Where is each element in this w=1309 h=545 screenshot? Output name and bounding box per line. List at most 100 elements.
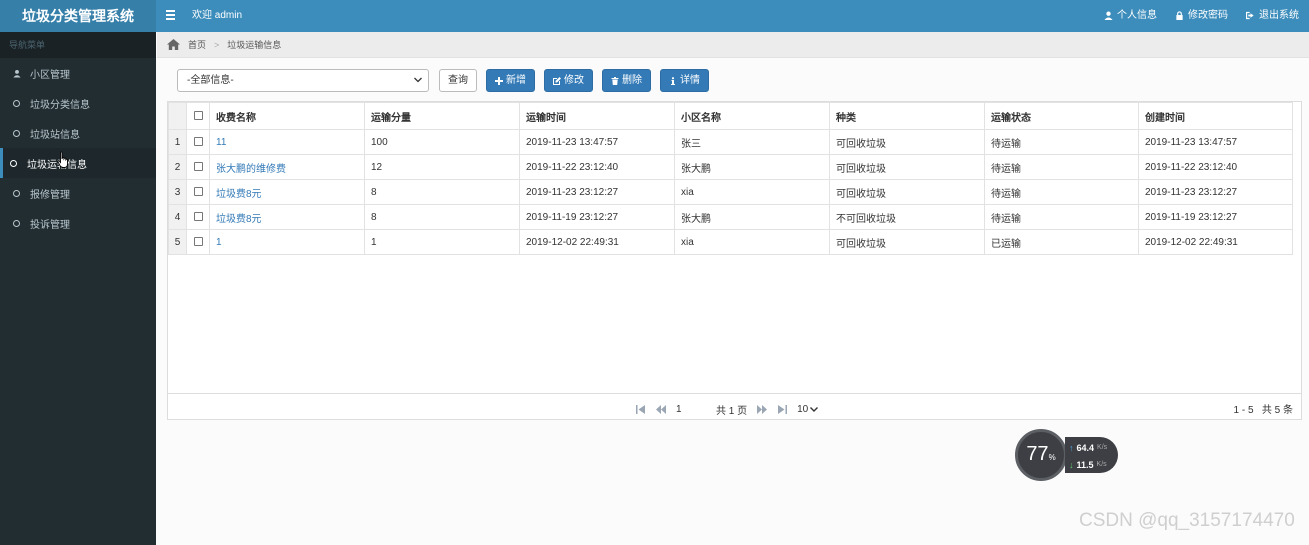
kind-cell: 可回收垃圾 (829, 154, 985, 180)
logout-icon (1246, 11, 1254, 20)
community-cell: 张三 (674, 129, 830, 155)
logout-link[interactable]: 退出系统 (1246, 0, 1299, 31)
data-grid: 收费名称 运输分量 运输时间 小区名称 种类 运输状态 创建时间 1 11 10… (167, 101, 1302, 420)
created-cell: 2019-11-23 13:47:57 (1138, 129, 1293, 155)
sidebar-item-label: 垃圾站信息 (30, 129, 80, 141)
last-page-icon[interactable] (777, 405, 788, 414)
select-all-checkbox[interactable] (186, 102, 210, 130)
status-cell: 待运输 (984, 179, 1139, 205)
created-cell: 2019-11-19 23:12:27 (1138, 204, 1293, 230)
column-header[interactable]: 创建时间 (1138, 102, 1293, 130)
name-link[interactable]: 垃圾费8元 (209, 204, 365, 230)
sidebar-item-community[interactable]: 小区管理 (0, 58, 156, 88)
row-checkbox[interactable] (186, 179, 210, 205)
prev-page-icon[interactable] (656, 405, 666, 414)
circle-icon (13, 219, 20, 227)
breadcrumb-home[interactable]: 首页 (188, 38, 206, 51)
next-page-icon[interactable] (757, 405, 768, 414)
column-header[interactable]: 种类 (829, 102, 985, 130)
amount-cell: 8 (364, 204, 520, 230)
sidebar-item-waste-station[interactable]: 垃圾站信息 (0, 118, 156, 148)
time-cell: 2019-11-22 23:12:40 (519, 154, 675, 180)
sidebar-item-waste-classification[interactable]: 垃圾分类信息 (0, 88, 156, 118)
amount-cell: 12 (364, 154, 520, 180)
created-cell: 2019-12-02 22:49:31 (1138, 229, 1293, 255)
sidebar-item-complaint[interactable]: 投诉管理 (0, 208, 156, 238)
table-header-row: 收费名称 运输分量 运输时间 小区名称 种类 运输状态 创建时间 (168, 102, 1293, 130)
kind-cell: 可回收垃圾 (829, 129, 985, 155)
sidebar-item-repair[interactable]: 报修管理 (0, 178, 156, 208)
change-password-link[interactable]: 修改密码 (1175, 0, 1228, 31)
row-number: 4 (168, 204, 187, 230)
breadcrumb: 首页 > 垃圾运输信息 (157, 32, 1309, 58)
trash-icon (611, 76, 619, 85)
row-checkbox[interactable] (186, 129, 210, 155)
breadcrumb-current: 垃圾运输信息 (227, 40, 282, 50)
page-number-input[interactable]: 1 (676, 403, 706, 417)
name-link[interactable]: 1 (209, 229, 365, 255)
welcome-text: 欢迎 admin (192, 10, 243, 21)
row-checkbox[interactable] (186, 204, 210, 230)
name-link[interactable]: 张大鹏的维修费 (209, 154, 365, 180)
home-icon[interactable] (167, 39, 180, 50)
row-number: 1 (168, 129, 187, 155)
table-row[interactable]: 3 垃圾费8元 8 2019-11-23 23:12:27 xia 可回收垃圾 … (168, 179, 1293, 205)
watermark: CSDN @qq_3157174470 (1079, 510, 1295, 531)
circle-icon (13, 189, 20, 197)
menu-toggle-icon[interactable] (166, 10, 175, 20)
query-button[interactable]: 查询 (439, 69, 477, 92)
column-header[interactable]: 收费名称 (209, 102, 365, 130)
sidebar-item-label: 报修管理 (30, 189, 70, 201)
transport-table: 收费名称 运输分量 运输时间 小区名称 种类 运输状态 创建时间 1 11 10… (168, 102, 1293, 255)
info-icon (671, 76, 675, 85)
row-checkbox[interactable] (186, 154, 210, 180)
name-link[interactable]: 垃圾费8元 (209, 179, 365, 205)
circle-icon (13, 99, 20, 107)
row-number: 5 (168, 229, 187, 255)
record-summary: 1 - 5 共 5 条 (1233, 405, 1293, 416)
row-number-header (168, 102, 187, 130)
table-row[interactable]: 4 垃圾费8元 8 2019-11-19 23:12:27 张大鹏 不可回收垃圾… (168, 204, 1293, 230)
page-size-select[interactable]: 10 (797, 404, 819, 415)
community-cell: xia (674, 229, 830, 255)
memory-gauge: 77% (1015, 429, 1067, 481)
time-cell: 2019-11-19 23:12:27 (519, 204, 675, 230)
column-header[interactable]: 运输时间 (519, 102, 675, 130)
sidebar-item-label: 小区管理 (30, 69, 70, 81)
profile-link[interactable]: 个人信息 (1104, 0, 1157, 31)
column-header[interactable]: 运输分量 (364, 102, 520, 130)
add-button[interactable]: 新增 (486, 69, 535, 92)
delete-button[interactable]: 删除 (602, 69, 651, 92)
first-page-icon[interactable] (636, 405, 646, 414)
sidebar-item-label: 投诉管理 (30, 219, 70, 231)
kind-cell: 可回收垃圾 (829, 179, 985, 205)
user-icon (1104, 11, 1113, 20)
edit-button[interactable]: 修改 (544, 69, 593, 92)
app-title[interactable]: 垃圾分类管理系统 (0, 0, 156, 32)
column-header[interactable]: 小区名称 (674, 102, 830, 130)
sidebar: 导航菜单 小区管理 垃圾分类信息 垃圾站信息 垃圾运输信息 报修管理 投诉管理 (0, 32, 156, 545)
table-row[interactable]: 1 11 100 2019-11-23 13:47:57 张三 可回收垃圾 待运… (168, 129, 1293, 155)
name-link[interactable]: 11 (209, 129, 365, 155)
kind-cell: 不可回收垃圾 (829, 204, 985, 230)
sidebar-item-waste-transport[interactable]: 垃圾运输信息 (0, 148, 156, 178)
row-number: 2 (168, 154, 187, 180)
total-pages-label: 共 1 页 (716, 406, 748, 417)
status-cell: 待运输 (984, 154, 1139, 180)
amount-cell: 100 (364, 129, 520, 155)
row-checkbox[interactable] (186, 229, 210, 255)
network-speed-widget[interactable]: 77% ↑ 64.4 K/s ↓ 11.5 K/s (1015, 429, 1118, 481)
speed-readout: ↑ 64.4 K/s ↓ 11.5 K/s (1065, 437, 1118, 473)
column-header[interactable]: 运输状态 (984, 102, 1139, 130)
table-row[interactable]: 2 张大鹏的维修费 12 2019-11-22 23:12:40 张大鹏 可回收… (168, 154, 1293, 180)
detail-button[interactable]: 详情 (660, 69, 709, 92)
download-arrow-icon: ↓ (1069, 459, 1074, 470)
row-number: 3 (168, 179, 187, 205)
community-cell: xia (674, 179, 830, 205)
table-row[interactable]: 5 1 1 2019-12-02 22:49:31 xia 可回收垃圾 已运输 … (168, 229, 1293, 255)
filter-select[interactable]: -全部信息- (177, 69, 429, 92)
time-cell: 2019-11-23 23:12:27 (519, 179, 675, 205)
top-navbar: 垃圾分类管理系统 欢迎 admin 个人信息 修改密码 退出系统 (0, 0, 1309, 32)
amount-cell: 1 (364, 229, 520, 255)
breadcrumb-separator: > (214, 39, 220, 50)
